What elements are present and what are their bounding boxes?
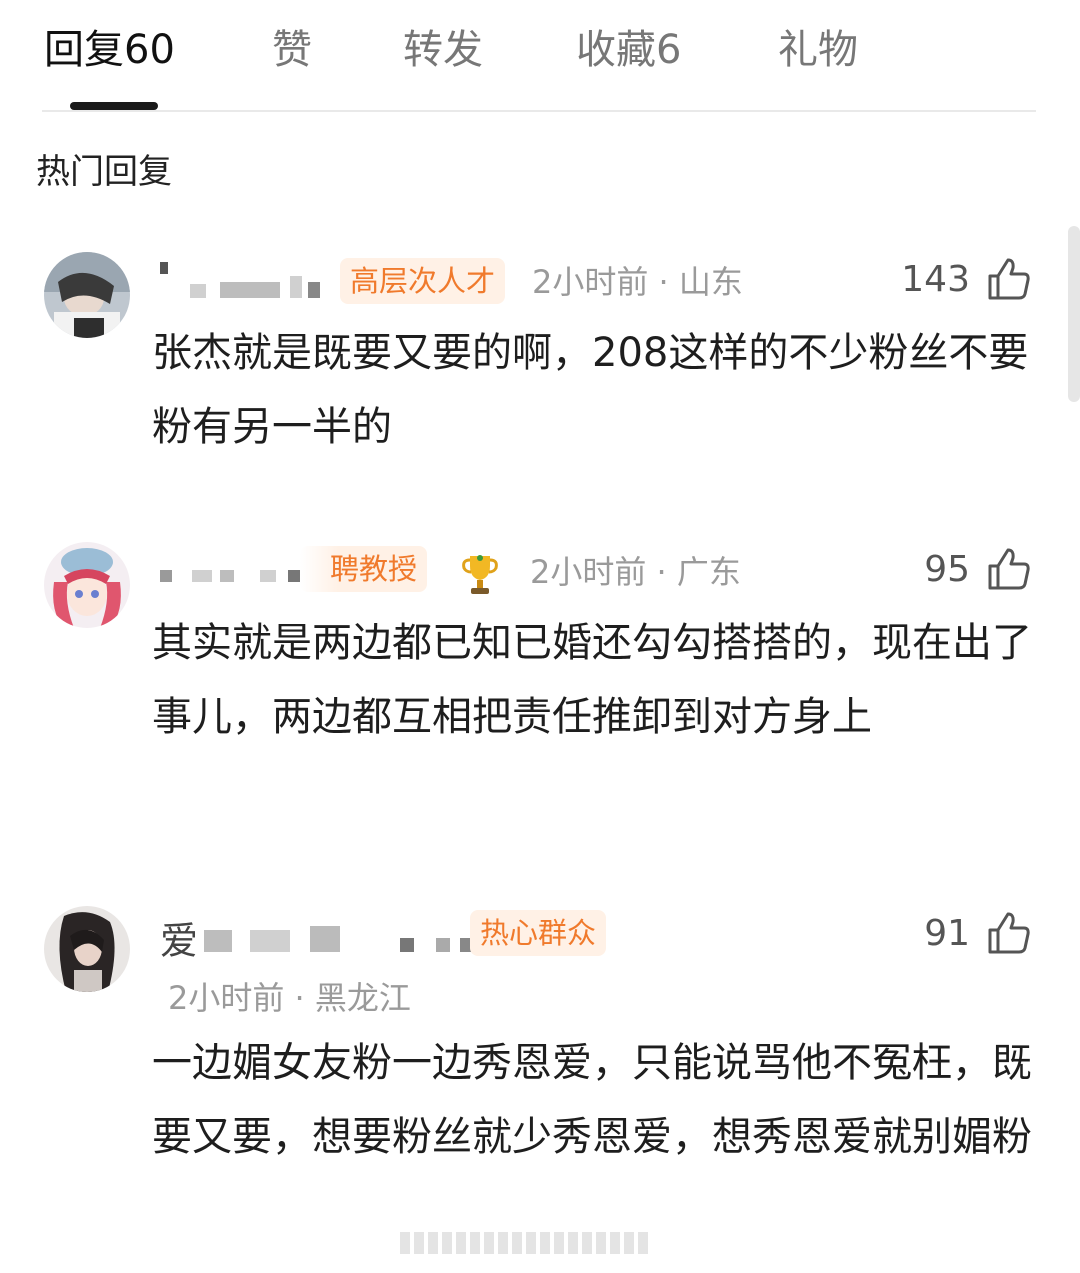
thumbs-up-icon[interactable] (986, 546, 1032, 592)
tab-replies[interactable]: 回复60 (44, 24, 175, 76)
username-visible: 爱 (160, 919, 199, 963)
user-title-badge: 高层次人才 (340, 258, 506, 304)
username-blurred[interactable] (160, 262, 320, 298)
tab-label: 回复 (44, 27, 124, 73)
tab-reposts[interactable]: 转发 (403, 24, 483, 76)
username-blurred[interactable] (160, 570, 310, 606)
comment-meta: 2小时前 · 山东 (532, 263, 743, 301)
tab-count: 60 (124, 27, 175, 73)
avatar-image (44, 252, 130, 338)
tab-likes[interactable]: 赞 (272, 24, 312, 76)
like-count: 95 (924, 549, 970, 590)
tab-favorites[interactable]: 收藏6 (576, 24, 681, 76)
comment-text: 一边媚女友粉一边秀恩爱，只能说骂他不冤枉，既要又要，想要粉丝就少秀恩爱，想秀恩爱… (152, 1040, 1032, 1160)
thumbs-up-icon[interactable] (986, 256, 1032, 302)
avatar[interactable] (44, 252, 130, 338)
comment-text: 张杰就是既要又要的啊，208这样的不少粉丝不要粉有另一半的 (152, 330, 1029, 450)
tab-divider (42, 110, 1036, 112)
trophy-icon (462, 555, 498, 594)
avatar-image (44, 542, 130, 628)
like-count: 143 (901, 259, 970, 300)
comment-meta: 2小时前 · 广东 (530, 553, 741, 591)
tab-count: 6 (656, 27, 682, 73)
tab-gifts[interactable]: 礼物 (778, 24, 858, 76)
tab-bar: 回复60 赞 转发 收藏6 礼物 (0, 0, 1080, 112)
avatar-image (44, 906, 130, 992)
avatar[interactable] (44, 906, 130, 992)
tab-label: 赞 (272, 27, 312, 73)
like-count: 91 (924, 913, 970, 954)
avatar[interactable] (44, 542, 130, 628)
thumbs-up-icon[interactable] (986, 910, 1032, 956)
user-title-badge: 聘教授 (300, 546, 428, 592)
username-blurred[interactable]: 爱 (160, 916, 500, 963)
comment-meta: 2小时前 · 黑龙江 (168, 979, 411, 1017)
active-tab-indicator (70, 102, 158, 110)
section-title: 热门回复 (36, 152, 172, 192)
scrollbar[interactable] (1068, 226, 1080, 402)
comment-text: 其实就是两边都已知已婚还勾勾搭搭的，现在出了事儿，两边都互相把责任推卸到对方身上 (152, 620, 1032, 740)
tab-label: 收藏 (576, 27, 656, 73)
tab-label: 转发 (403, 27, 483, 73)
tab-label: 礼物 (778, 27, 858, 73)
watermark-decoration (400, 1232, 690, 1262)
user-title-badge: 热心群众 (470, 910, 607, 956)
